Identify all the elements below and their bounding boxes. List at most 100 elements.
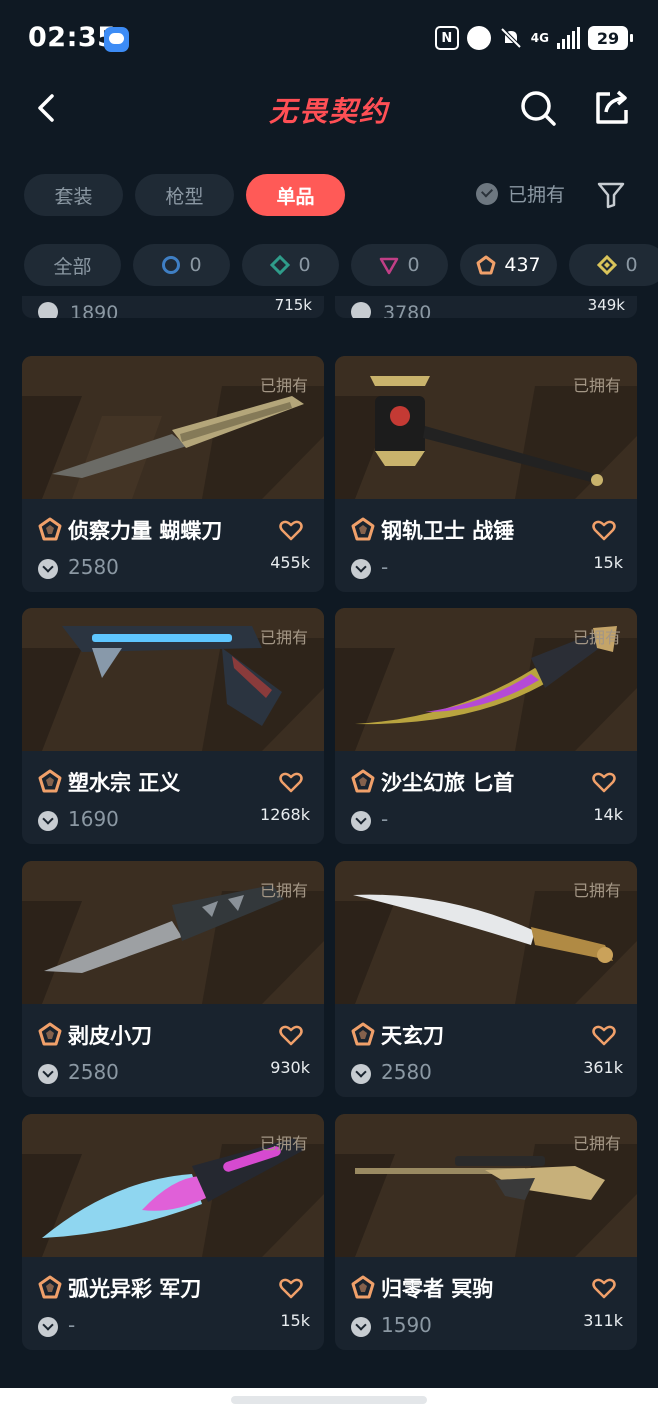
item-artwork: 已拥有 — [22, 356, 324, 499]
status-bar: 02:35 N 4G 29 — [0, 0, 658, 76]
item-card[interactable]: 已拥有 沙尘幻旅 匕首 - 14k — [335, 608, 637, 844]
item-name: 侦察力量 蝴蝶刀 — [68, 519, 223, 543]
item-name: 天玄刀 — [381, 1024, 444, 1048]
item-name: 塑水宗 正义 — [68, 771, 181, 795]
item-name: 剥皮小刀 — [68, 1024, 152, 1048]
item-artwork: 已拥有 — [335, 861, 637, 1004]
tier-chip-all[interactable]: 全部 — [24, 244, 121, 286]
item-price: - — [68, 1313, 76, 1337]
item-views: 311k — [583, 1311, 623, 1330]
item-price: - — [381, 807, 389, 831]
item-price: 1690 — [68, 807, 119, 831]
tier-chip-count: 0 — [407, 254, 420, 276]
item-price: 2580 — [68, 555, 119, 579]
item-artwork: 已拥有 — [22, 861, 324, 1004]
item-artwork: 已拥有 — [22, 1114, 324, 1257]
filter-icon[interactable] — [596, 180, 626, 210]
heart-icon[interactable] — [591, 1022, 617, 1048]
item-views: 361k — [583, 1058, 623, 1077]
item-views: 455k — [270, 553, 310, 572]
heart-icon[interactable] — [591, 769, 617, 795]
owned-filter-toggle[interactable]: 已拥有 — [476, 180, 565, 207]
alarm-icon — [466, 26, 491, 50]
exclusive-tier-icon — [38, 1275, 62, 1299]
item-price: - — [381, 555, 389, 579]
item-card[interactable]: 已拥有 归零者 冥驹 1590 311k — [335, 1114, 637, 1350]
tier-chip-premium[interactable]: 0 — [351, 244, 448, 286]
item-card[interactable]: 已拥有 弧光异彩 军刀 - 15k — [22, 1114, 324, 1350]
item-artwork: 已拥有 — [335, 1114, 637, 1257]
heart-icon[interactable] — [278, 1275, 304, 1301]
item-artwork: 已拥有 — [335, 356, 637, 499]
owned-badge: 已拥有 — [572, 376, 621, 395]
heart-icon[interactable] — [278, 769, 304, 795]
item-price: 2580 — [68, 1060, 119, 1084]
vp-icon — [38, 559, 58, 579]
vp-icon — [351, 302, 371, 318]
item-card-partial[interactable]: 3780 349k — [335, 296, 637, 318]
app-header: 无畏契约 — [0, 76, 658, 146]
tier-chip-exclusive[interactable]: 437 — [460, 244, 557, 286]
item-views: 715k — [274, 296, 312, 314]
check-circle-icon — [476, 182, 498, 205]
owned-badge: 已拥有 — [259, 376, 308, 395]
vp-icon — [351, 811, 371, 831]
home-indicator[interactable] — [231, 1396, 427, 1404]
item-price: 1890 — [70, 302, 119, 318]
tier-chip-select[interactable]: 0 — [133, 244, 230, 286]
vp-icon — [38, 302, 58, 318]
vp-icon — [38, 1317, 58, 1337]
tab-bundles[interactable]: 套装 — [24, 174, 123, 216]
vp-icon — [38, 1064, 58, 1084]
tier-chip-label: 全部 — [53, 255, 92, 278]
tab-single-items[interactable]: 单品 — [246, 174, 345, 216]
heart-icon[interactable] — [591, 517, 617, 543]
heart-icon[interactable] — [278, 517, 304, 543]
tier-chip-deluxe[interactable]: 0 — [242, 244, 339, 286]
item-card-partial[interactable]: 1890 715k — [22, 296, 324, 318]
search-icon[interactable] — [516, 86, 560, 130]
exclusive-tier-icon — [351, 1022, 375, 1046]
item-views: 15k — [280, 1311, 310, 1330]
heart-icon[interactable] — [591, 1275, 617, 1301]
item-views: 1268k — [260, 805, 310, 824]
ultra-tier-icon — [597, 255, 618, 275]
item-views: 349k — [587, 296, 625, 314]
item-card[interactable]: 已拥有 塑水宗 正义 1690 1268k — [22, 608, 324, 844]
exclusive-tier-icon — [351, 1275, 375, 1299]
select-tier-icon — [162, 256, 181, 274]
item-card[interactable]: 已拥有 侦察力量 蝴蝶刀 2580 455k — [22, 356, 324, 592]
item-price: 3780 — [383, 302, 432, 318]
item-artwork: 已拥有 — [22, 608, 324, 751]
heart-icon[interactable] — [278, 1022, 304, 1048]
vp-icon — [38, 811, 58, 831]
owned-badge: 已拥有 — [259, 628, 308, 647]
tier-chip-count: 0 — [298, 254, 311, 276]
item-card[interactable]: 已拥有 钢轨卫士 战锤 - 15k — [335, 356, 637, 592]
item-name: 弧光异彩 军刀 — [68, 1277, 202, 1301]
share-icon[interactable] — [590, 86, 634, 130]
tier-chip-count: 0 — [625, 254, 638, 276]
battery-icon: 29 — [588, 26, 633, 50]
owned-badge: 已拥有 — [572, 1134, 621, 1153]
tab-weapon-types[interactable]: 枪型 — [135, 174, 234, 216]
exclusive-tier-icon — [38, 1022, 62, 1046]
owned-badge: 已拥有 — [259, 1134, 308, 1153]
deluxe-tier-icon — [270, 255, 291, 275]
owned-badge: 已拥有 — [259, 881, 308, 900]
item-card[interactable]: 已拥有 剥皮小刀 2580 930k — [22, 861, 324, 1097]
status-icons: N 4G 29 — [434, 26, 633, 50]
signal-icon — [557, 27, 580, 49]
tier-chip-ultra[interactable]: 0 — [569, 244, 658, 286]
item-artwork: 已拥有 — [335, 608, 637, 751]
mute-bell-icon — [500, 27, 522, 49]
vp-icon — [351, 1064, 371, 1084]
item-views: 14k — [593, 805, 623, 824]
item-price: 1590 — [381, 1313, 432, 1337]
category-tabs: 套装 枪型 单品 — [24, 174, 345, 216]
item-card[interactable]: 已拥有 天玄刀 2580 361k — [335, 861, 637, 1097]
vp-icon — [351, 559, 371, 579]
item-name: 沙尘幻旅 匕首 — [381, 771, 515, 795]
message-notification-icon — [104, 27, 129, 52]
vp-icon — [351, 1317, 371, 1337]
